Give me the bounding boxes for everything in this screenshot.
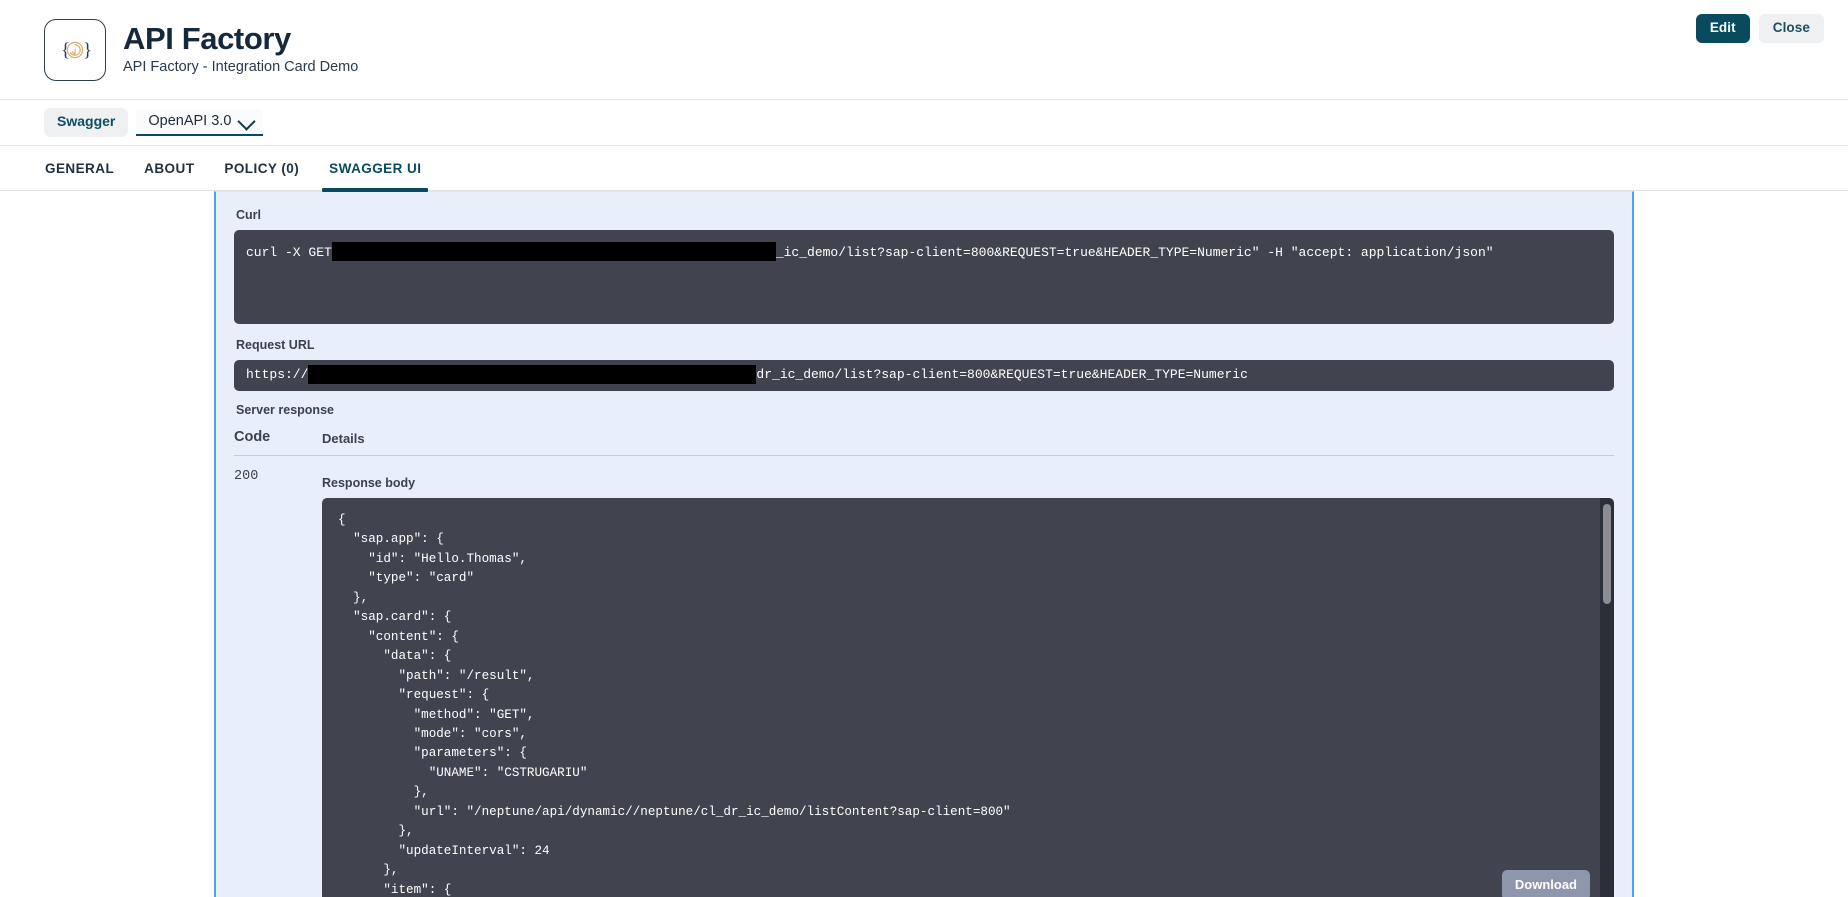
swagger-toolbar: Swagger OpenAPI 3.0	[0, 100, 1848, 146]
redaction-bar	[332, 242, 776, 261]
api-braces-spiral-icon: { }	[44, 19, 106, 81]
tab-bar: GENERAL ABOUT POLICY (0) SWAGGER UI	[0, 146, 1848, 191]
response-body-box: { "sap.app": { "id": "Hello.Thomas", "ty…	[322, 498, 1614, 897]
curl-suffix: _ic_demo/list?sap-client=800&REQUEST=tru…	[776, 245, 1494, 260]
tab-general[interactable]: GENERAL	[30, 146, 129, 190]
svg-text:}: }	[83, 40, 92, 61]
response-body-label: Response body	[322, 476, 1614, 490]
server-response-table: Code Details 200 Response body { "sap.ap…	[234, 429, 1614, 897]
response-body-scrollbar[interactable]	[1600, 498, 1614, 897]
tab-policy[interactable]: POLICY (0)	[209, 146, 314, 190]
curl-command-block[interactable]: curl -X GET _ic_demo/list?sap-client=800&…	[234, 230, 1614, 324]
brand-text: API Factory API Factory - Integration Ca…	[123, 23, 358, 75]
table-header-row: Code Details	[234, 429, 1614, 456]
column-header-code: Code	[234, 429, 322, 446]
swagger-panel-area: Curl curl -X GET _ic_demo/list?sap-client…	[0, 191, 1848, 897]
app-root: { } API Factory API Factory - Integratio…	[0, 0, 1848, 897]
table-row: 200 Response body { "sap.app": { "id": "…	[234, 456, 1614, 897]
request-url-prefix: https://	[246, 365, 308, 385]
download-button[interactable]: Download	[1502, 870, 1590, 897]
scrollbar-thumb[interactable]	[1603, 504, 1611, 604]
tab-swagger-ui[interactable]: SWAGGER UI	[314, 146, 436, 190]
tab-about[interactable]: ABOUT	[129, 146, 209, 190]
page-title: API Factory	[123, 23, 358, 56]
page-subtitle: API Factory - Integration Card Demo	[123, 60, 358, 76]
brand: { } API Factory API Factory - Integratio…	[44, 19, 358, 81]
curl-prefix: curl -X GET	[246, 245, 332, 260]
server-response-label: Server response	[236, 403, 1614, 417]
response-details-cell: Response body { "sap.app": { "id": "Hell…	[322, 467, 1614, 897]
swagger-chip[interactable]: Swagger	[44, 108, 128, 136]
curl-label: Curl	[236, 208, 1614, 223]
app-header: { } API Factory API Factory - Integratio…	[0, 0, 1848, 100]
svg-text:{: {	[61, 40, 70, 61]
column-header-details: Details	[322, 429, 365, 446]
edit-button[interactable]: Edit	[1696, 14, 1750, 43]
redaction-bar	[308, 365, 756, 384]
request-url-label: Request URL	[236, 338, 1614, 353]
header-actions: Edit Close	[1696, 14, 1824, 43]
spec-version-select[interactable]: OpenAPI 3.0	[136, 109, 263, 137]
swagger-response-panel: Curl curl -X GET _ic_demo/list?sap-client…	[214, 191, 1634, 897]
request-url-suffix: dr_ic_demo/list?sap-client=800&REQUEST=t…	[756, 365, 1247, 385]
request-url-block[interactable]: https:// dr_ic_demo/list?sap-client=800&R…	[234, 360, 1614, 391]
close-button[interactable]: Close	[1759, 14, 1824, 43]
status-code: 200	[234, 467, 322, 897]
response-body-json[interactable]: { "sap.app": { "id": "Hello.Thomas", "ty…	[322, 498, 1614, 897]
